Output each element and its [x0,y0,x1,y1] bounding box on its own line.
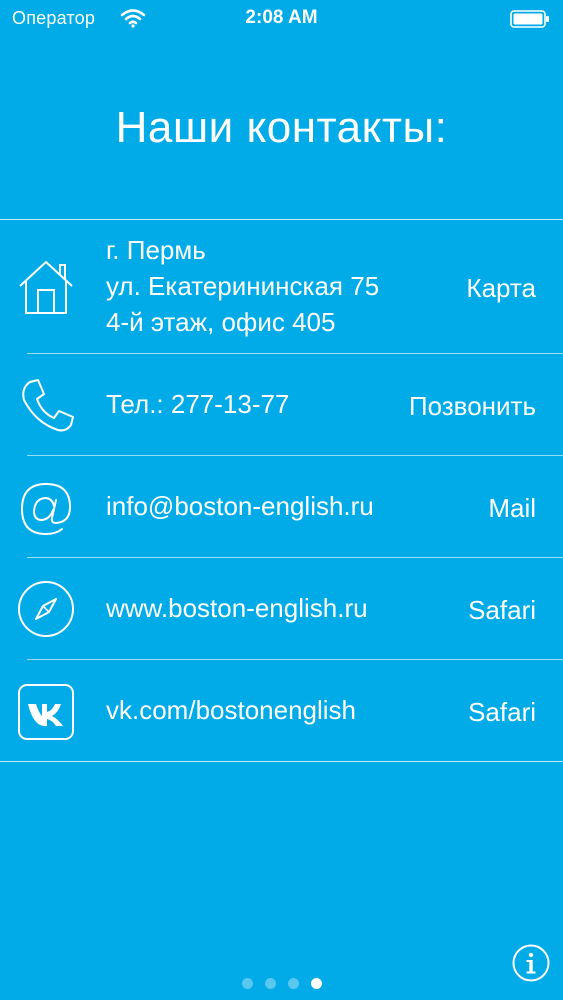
battery-icon [510,10,549,28]
page-dot-1[interactable] [241,978,253,989]
address-line-office: 4-й этаж, офис 405 [106,307,336,337]
page-indicator[interactable] [0,976,563,990]
clock: 2:08 AM [245,7,318,28]
contact-address-text: г. Пермь ул. Екатерининская 75 4-й этаж,… [106,232,379,340]
page-dot-4-active[interactable] [310,978,322,989]
compass-icon [18,581,74,637]
divider [0,761,563,762]
vk-url: vk.com/bostonenglish [106,695,357,725]
page-dot-2[interactable] [264,978,276,989]
contact-row-address[interactable]: г. Пермь ул. Екатерининская 75 4-й этаж,… [0,220,563,353]
contact-row-phone[interactable]: Тел.: 277-13-77 Позвонить [0,354,563,455]
call-button[interactable]: Позвонить [409,388,536,424]
info-icon[interactable] [512,944,550,982]
contact-row-vk[interactable]: vk.com/bostonenglish Safari [0,660,563,761]
vk-icon [18,684,74,740]
mail-button[interactable]: Mail [488,490,536,526]
email-address: info@boston-english.ru [106,491,374,521]
page-dot-3[interactable] [287,978,299,989]
page-title: Наши контакты: [115,103,448,153]
phone-number: Тел.: 277-13-77 [106,389,290,419]
address-line-city: г. Пермь [106,235,206,265]
contact-row-website[interactable]: www.boston-english.ru Safari [0,558,563,659]
contact-row-email[interactable]: info@boston-english.ru Mail [0,456,563,557]
safari-button-vk[interactable]: Safari [468,694,536,730]
status-bar: Оператор 2:08 AM [0,0,563,36]
address-line-street: ул. Екатерининская 75 [106,271,380,301]
phone-icon [22,379,74,432]
safari-button-website[interactable]: Safari [468,592,536,628]
at-sign-icon [20,482,72,536]
house-icon [19,261,73,314]
website-url: www.boston-english.ru [106,593,368,623]
map-button[interactable]: Карта [466,270,536,306]
